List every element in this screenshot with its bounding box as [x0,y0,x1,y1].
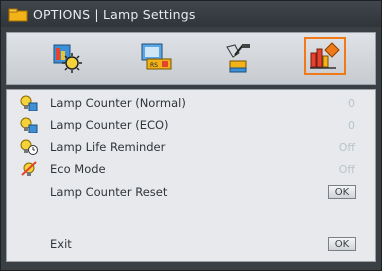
lamp-reminder-icon [20,139,38,155]
osd-window: OPTIONS | Lamp Settings RS Lamp Counter … [0,0,382,271]
setup-icon [226,44,250,73]
menu-item-label: Exit [50,237,72,251]
tab-options[interactable] [304,37,346,75]
tab-display-settings[interactable]: RS [133,39,175,77]
exit-ok-button[interactable]: OK [328,237,356,251]
tab-image-settings[interactable] [45,39,87,77]
eco-mode-icon [20,161,38,177]
tab-bar: RS [6,32,376,85]
menu-item-value: Off [338,162,355,176]
menu-item-lamp-counter-eco[interactable]: Lamp Counter (ECO) 0 [7,114,375,136]
lamp-counter-normal-icon [20,95,38,112]
menu-item-label: Eco Mode [50,162,106,176]
folder-icon [8,7,28,22]
menu-item-label: Lamp Counter Reset [50,185,168,199]
lamp-counter-eco-icon [20,117,38,134]
menu-item-eco-mode[interactable]: Eco Mode Off [7,158,375,180]
menu-item-value: Off [338,140,355,154]
menu-item-exit[interactable]: Exit OK [7,233,375,255]
menu-item-lamp-life-reminder[interactable]: Lamp Life Reminder Off [7,136,375,158]
menu-item-value: 0 [348,96,355,110]
display-settings-icon: RS [141,43,172,70]
options-icon [310,42,340,69]
tab-setup[interactable] [217,39,259,77]
svg-text:RS: RS [150,62,158,69]
lamp-counter-reset-ok-button[interactable]: OK [328,185,356,199]
menu-item-value: 0 [348,118,355,132]
menu-item-lamp-counter-normal[interactable]: Lamp Counter (Normal) 0 [7,92,375,114]
menu-item-lamp-counter-reset[interactable]: Lamp Counter Reset OK [7,181,375,203]
menu-item-label: Lamp Counter (ECO) [50,118,169,132]
menu-panel: Lamp Counter (Normal) 0 Lamp Counter (EC… [6,89,376,262]
title-bar: OPTIONS | Lamp Settings [1,1,381,27]
menu-item-label: Lamp Counter (Normal) [50,96,186,110]
image-settings-icon [53,44,82,73]
window-title: OPTIONS | Lamp Settings [33,6,196,22]
menu-item-label: Lamp Life Reminder [50,140,166,154]
